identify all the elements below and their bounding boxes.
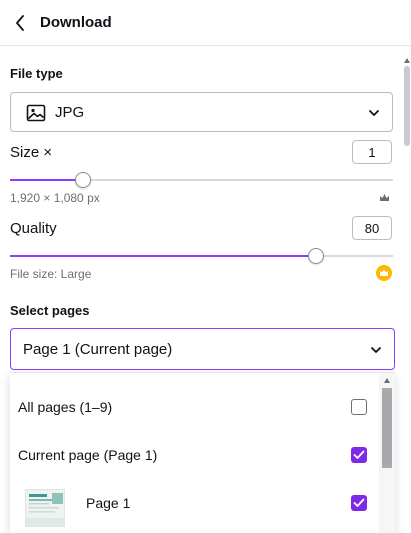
chevron-down-icon	[369, 110, 379, 116]
quality-slider-thumb[interactable]	[308, 248, 324, 264]
option-label: Current page (Page 1)	[18, 447, 158, 463]
file-type-select[interactable]: JPG	[10, 92, 393, 132]
dropdown-scrollbar[interactable]	[379, 373, 395, 533]
chevron-left-icon	[16, 15, 24, 31]
scrollbar-thumb[interactable]	[404, 66, 410, 146]
select-pages-dropdown[interactable]: Page 1 (Current page)	[10, 328, 395, 370]
option-current-page[interactable]: Current page (Page 1)	[10, 431, 379, 479]
download-header: Download	[0, 0, 411, 46]
select-pages-label: Select pages	[10, 303, 90, 318]
checkbox-checked[interactable]	[351, 447, 367, 463]
file-size-text: File size: Large	[10, 267, 92, 281]
checkmark-icon	[353, 498, 365, 507]
file-type-value: JPG	[55, 104, 85, 121]
crown-icon	[380, 194, 389, 201]
panel-scrollbar[interactable]	[403, 46, 411, 532]
scroll-up-arrow[interactable]	[384, 378, 390, 383]
quality-slider-fill	[10, 255, 316, 257]
scroll-up-arrow[interactable]	[404, 58, 410, 63]
size-slider-fill	[10, 179, 83, 181]
size-slider-thumb[interactable]	[75, 172, 91, 188]
pages-dropdown-panel: All pages (1–9) Current page (Page 1) Pa…	[10, 372, 395, 533]
size-slider-track[interactable]	[10, 179, 393, 181]
option-label: Page 1	[86, 495, 131, 511]
quality-input[interactable]: 80	[352, 216, 392, 240]
page-thumbnail	[25, 489, 65, 527]
quality-slider-track[interactable]	[10, 255, 393, 257]
option-all-pages[interactable]: All pages (1–9)	[10, 383, 379, 431]
size-label: Size ×	[10, 144, 53, 161]
file-type-label: File type	[10, 66, 63, 81]
crown-badge-icon	[376, 265, 392, 281]
dropdown-scrollbar-thumb[interactable]	[382, 388, 392, 468]
checkmark-icon	[353, 450, 365, 459]
checkbox-unchecked[interactable]	[351, 399, 367, 415]
image-icon	[26, 104, 46, 122]
size-input[interactable]: 1	[352, 140, 392, 164]
quality-label: Quality	[10, 220, 57, 237]
checkbox-checked[interactable]	[351, 495, 367, 511]
select-pages-value: Page 1 (Current page)	[23, 341, 173, 358]
page-thumbnail-graphic	[26, 493, 64, 526]
back-button[interactable]	[8, 10, 32, 36]
size-dimensions: 1,920 × 1,080 px	[10, 191, 100, 205]
option-label: All pages (1–9)	[18, 399, 113, 415]
panel-title: Download	[40, 14, 112, 31]
chevron-down-icon	[371, 347, 381, 353]
option-page-1[interactable]: Page 1	[10, 479, 379, 527]
